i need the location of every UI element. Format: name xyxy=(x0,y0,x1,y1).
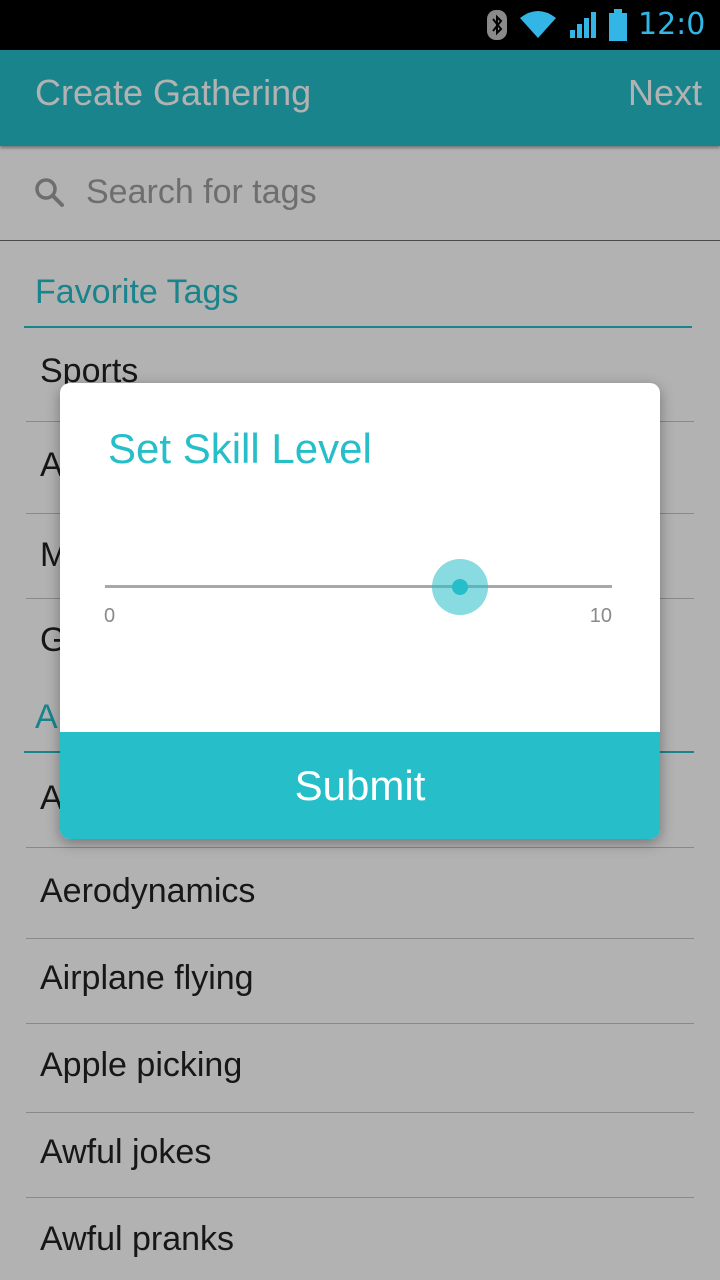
battery-icon xyxy=(609,9,627,41)
slider-max-label: 10 xyxy=(589,605,612,627)
skill-slider-track[interactable] xyxy=(105,585,612,588)
dialog-title: Set Skill Level xyxy=(108,425,372,472)
submit-button[interactable]: Submit xyxy=(60,732,660,839)
wifi-icon xyxy=(520,11,556,38)
slider-min-label: 0 xyxy=(104,605,116,627)
skill-level-dialog: Set Skill Level 0 10 Submit xyxy=(60,383,660,839)
skill-slider-thumb[interactable] xyxy=(451,579,468,595)
signal-icon xyxy=(570,12,596,38)
bluetooth-icon xyxy=(487,10,507,40)
status-bar: 12:0 xyxy=(0,0,720,50)
screen: Create Gathering Next Favorite Tags Spor… xyxy=(0,0,720,1280)
status-icons: 12:0 xyxy=(486,0,720,50)
status-clock: 12:0 xyxy=(638,7,706,42)
